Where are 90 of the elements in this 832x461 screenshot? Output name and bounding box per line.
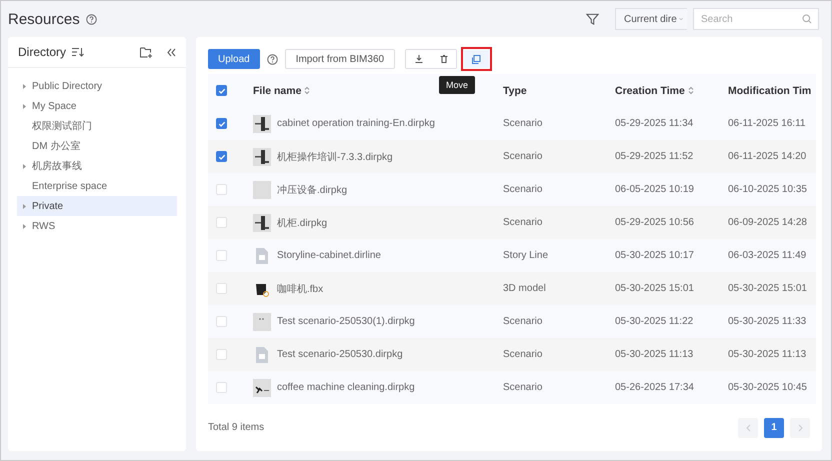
tree-item[interactable]: Private xyxy=(17,196,177,216)
collapse-icon[interactable] xyxy=(167,48,176,56)
modification-time: 06-11-2025 16:11 xyxy=(728,118,806,129)
copy-icon xyxy=(472,54,482,64)
expand-arrow-icon[interactable] xyxy=(23,84,26,88)
modification-time: 05-30-2025 15:01 xyxy=(728,283,808,294)
next-page-button[interactable] xyxy=(790,418,810,438)
modification-time: 06-11-2025 14:20 xyxy=(728,151,808,162)
creation-time: 05-29-2025 11:34 xyxy=(615,118,694,129)
sort-list-icon[interactable] xyxy=(72,47,84,57)
file-type: Scenario xyxy=(503,118,544,129)
tree-item[interactable]: My Space xyxy=(17,96,177,116)
file-name: cabinet operation training-En.dirpkg xyxy=(277,118,435,129)
panel-title: Directory xyxy=(18,45,66,59)
download-icon xyxy=(414,55,423,63)
help-icon[interactable] xyxy=(86,14,97,24)
file-name: 冲压设备.dirpkg xyxy=(277,184,348,196)
column-header[interactable]: File name xyxy=(253,84,310,96)
trash-icon xyxy=(440,55,448,63)
expand-arrow-icon[interactable] xyxy=(23,224,26,228)
creation-time: 05-29-2025 11:52 xyxy=(615,151,694,162)
row-checkbox[interactable] xyxy=(216,118,227,129)
select-all-checkbox[interactable] xyxy=(216,85,227,96)
expand-arrow-icon[interactable] xyxy=(23,164,26,168)
column-header[interactable]: Creation Time xyxy=(615,84,694,96)
modification-time: 05-30-2025 11:13 xyxy=(728,349,808,360)
sort-icon[interactable] xyxy=(304,86,310,95)
chevron-left-icon xyxy=(746,424,750,432)
blank-thumbnail xyxy=(253,180,271,198)
tree-item[interactable]: DM 办公室 xyxy=(17,136,177,156)
creation-time: 05-30-2025 11:22 xyxy=(615,316,694,327)
creation-time: 06-05-2025 10:19 xyxy=(615,184,695,195)
tree-item[interactable]: RWS xyxy=(17,216,177,236)
expand-arrow-icon[interactable] xyxy=(23,104,26,108)
total-count: Total 9 items xyxy=(208,422,264,433)
creation-time: 05-30-2025 10:17 xyxy=(615,250,695,261)
upload-button[interactable]: Upload xyxy=(208,49,260,69)
file-name: coffee machine cleaning.dirpkg xyxy=(277,382,415,393)
tree-item[interactable]: 权限测试部门 xyxy=(17,116,177,136)
chevron-down-icon xyxy=(678,16,683,22)
file-type: Story Line xyxy=(503,250,550,261)
modification-time: 06-09-2025 14:28 xyxy=(728,217,808,228)
tree-item[interactable]: Public Directory xyxy=(17,76,177,96)
modification-time: 05-30-2025 10:45 xyxy=(728,382,808,393)
file-type: 3D model xyxy=(503,283,547,294)
document-icon xyxy=(253,346,271,364)
creation-time: 05-30-2025 11:13 xyxy=(615,349,694,360)
import-button[interactable]: Import from BIM360 xyxy=(284,49,396,69)
column-header: Modification Tim xyxy=(728,84,812,96)
scope-select[interactable]: Current dire xyxy=(615,8,687,30)
modification-time: 06-10-2025 10:35 xyxy=(728,184,808,195)
file-name: 机柜操作培训-7.3.3.dirpkg xyxy=(277,150,393,164)
page-button[interactable]: 1 xyxy=(764,418,784,438)
previous-page-button[interactable] xyxy=(738,418,758,438)
creation-time: 05-30-2025 15:01 xyxy=(615,283,695,294)
cabinet-thumbnail xyxy=(253,114,271,132)
new-folder-icon[interactable] xyxy=(140,46,153,58)
file-name: 咖啡机.fbx xyxy=(277,282,324,296)
tree-item[interactable]: Enterprise space xyxy=(17,176,177,196)
row-checkbox[interactable] xyxy=(216,151,227,162)
tree-item[interactable]: 机房故事线 xyxy=(17,156,177,176)
creation-time: 05-29-2025 10:56 xyxy=(615,217,695,228)
file-type: Scenario xyxy=(503,151,544,162)
file-name: 机柜.dirpkg xyxy=(277,216,328,230)
help-icon[interactable] xyxy=(266,54,278,64)
file-name: Storyline-cabinet.dirline xyxy=(277,250,381,261)
filter-icon[interactable] xyxy=(586,12,599,26)
search-icon[interactable] xyxy=(802,14,812,24)
file-type: Scenario xyxy=(503,382,544,393)
cabinet-thumbnail xyxy=(253,214,271,232)
file-type: Scenario xyxy=(503,184,544,195)
modification-time: 05-30-2025 11:33 xyxy=(728,316,808,327)
search-field[interactable]: Search xyxy=(693,8,819,30)
creation-time: 05-26-2025 17:34 xyxy=(615,382,695,393)
file-name: Test scenario-250530.dirpkg xyxy=(277,349,403,360)
page-title: Resources xyxy=(8,10,80,28)
move-tooltip: Move xyxy=(439,76,476,94)
chevron-right-icon xyxy=(798,424,802,432)
machine-thumbnail xyxy=(253,378,271,396)
file-type: Scenario xyxy=(503,316,544,327)
expand-arrow-icon[interactable] xyxy=(23,204,26,208)
file-name: Test scenario-250530(1).dirpkg xyxy=(277,316,415,327)
document-icon xyxy=(253,246,271,264)
scene-thumbnail xyxy=(253,312,271,330)
modification-time: 06-03-2025 11:49 xyxy=(728,250,808,261)
file-type: Scenario xyxy=(503,349,544,360)
cabinet-thumbnail xyxy=(253,148,271,166)
sort-icon[interactable] xyxy=(688,86,694,95)
column-header: Type xyxy=(503,84,527,96)
file-type: Scenario xyxy=(503,217,544,228)
